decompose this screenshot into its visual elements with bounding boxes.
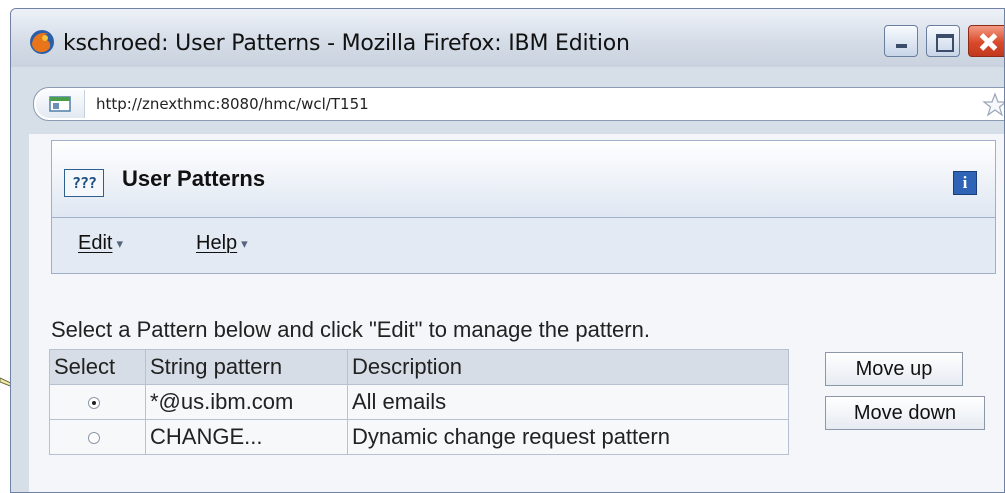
info-icon[interactable]: i (953, 171, 977, 195)
patterns-table: Select String pattern Description *@us.i… (49, 349, 789, 455)
site-icon (49, 96, 71, 112)
description-cell: Dynamic change request pattern (347, 419, 789, 455)
string-pattern-cell: CHANGE... (145, 419, 348, 455)
move-up-button[interactable]: Move up (825, 352, 963, 386)
minimize-button[interactable] (884, 25, 918, 57)
menu-help-label: Help (196, 232, 238, 254)
column-header-select: Select (49, 349, 146, 385)
user-patterns-icon: ??? (64, 169, 104, 197)
description-cell: All emails (347, 384, 789, 420)
row-select-radio[interactable] (88, 397, 100, 410)
bookmark-star-icon[interactable] (982, 92, 1005, 118)
menu-help[interactable]: Help ▾ (196, 232, 248, 255)
url-text[interactable]: http://znexthmc:8080/hmc/wcl/T151 (96, 95, 369, 113)
column-header-string-pattern: String pattern (145, 349, 348, 385)
column-header-description: Description (347, 349, 789, 385)
table-row[interactable]: CHANGE... Dynamic change request pattern (49, 419, 789, 455)
maximize-button[interactable] (926, 25, 960, 57)
close-button[interactable] (968, 25, 1004, 57)
chevron-down-icon: ▾ (116, 235, 123, 251)
table-row[interactable]: *@us.ibm.com All emails (49, 384, 789, 420)
table-header-row: Select String pattern Description (49, 349, 789, 385)
menu-bar: Edit ▾ Help ▾ (51, 218, 996, 274)
string-pattern-cell: *@us.ibm.com (145, 384, 348, 420)
select-cell (49, 384, 146, 420)
title-bar: kschroed: User Patterns - Mozilla Firefo… (11, 9, 1004, 67)
page-content: ??? User Patterns i Edit ▾ Help ▾ Select… (29, 134, 1004, 492)
menu-edit-label: Edit (78, 232, 113, 254)
app-header: ??? User Patterns i (51, 140, 996, 218)
instruction-text: Select a Pattern below and click "Edit" … (51, 317, 650, 342)
move-down-button[interactable]: Move down (825, 396, 985, 430)
chevron-down-icon: ▾ (241, 235, 248, 251)
page-title: User Patterns (122, 166, 266, 191)
site-identity-button[interactable] (36, 90, 85, 118)
firefox-icon (30, 30, 54, 54)
menu-edit[interactable]: Edit ▾ (78, 232, 123, 255)
address-bar[interactable]: http://znexthmc:8080/hmc/wcl/T151 (33, 87, 1005, 121)
select-cell (49, 419, 146, 455)
row-select-radio[interactable] (88, 432, 100, 445)
browser-window: kschroed: User Patterns - Mozilla Firefo… (10, 8, 1005, 493)
window-title: kschroed: User Patterns - Mozilla Firefo… (63, 31, 630, 56)
